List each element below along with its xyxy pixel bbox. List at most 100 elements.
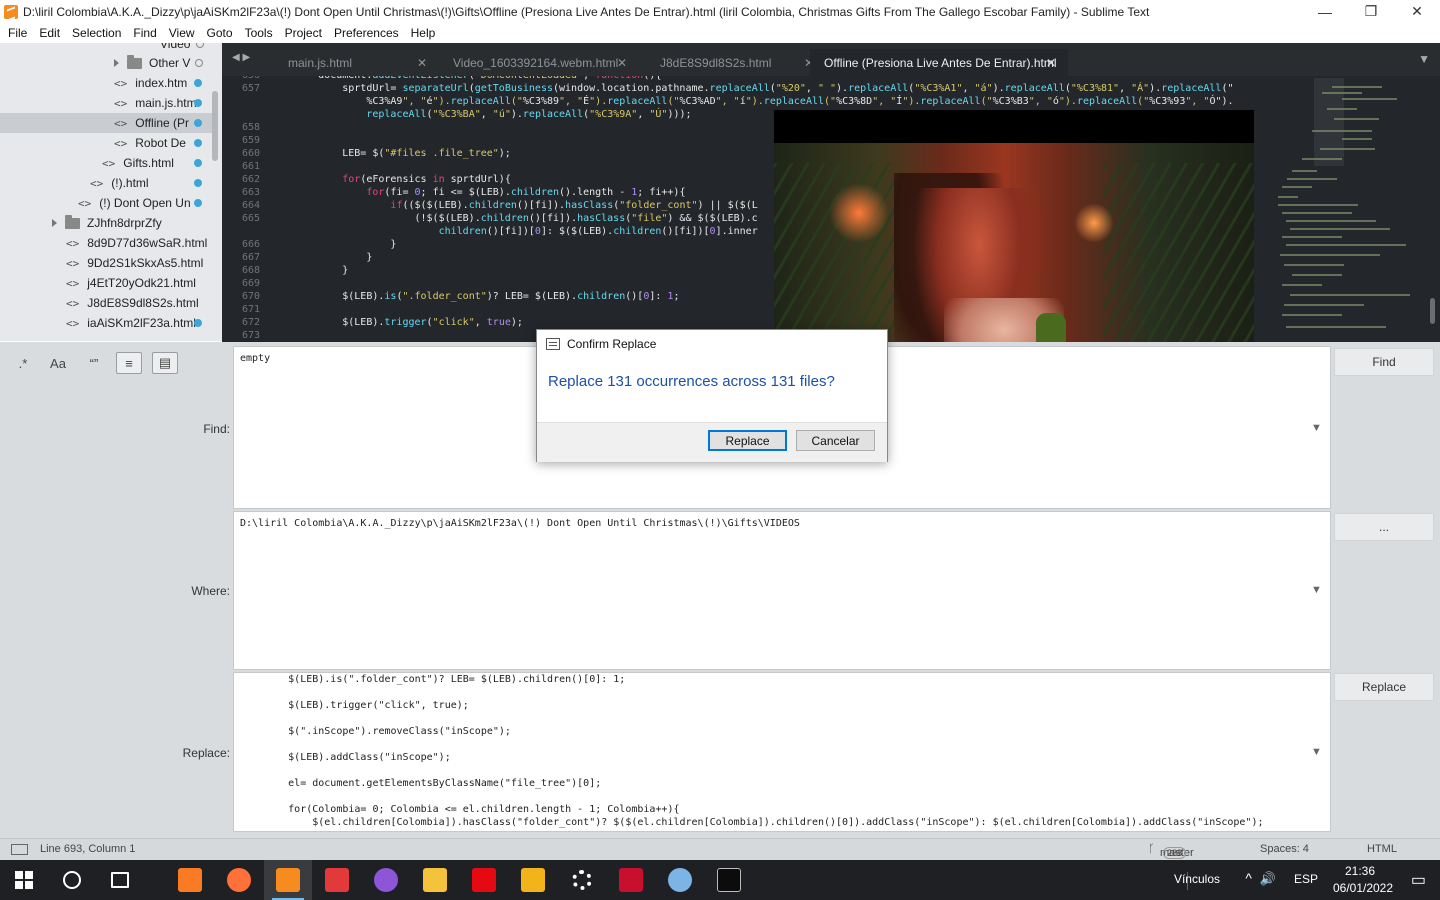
sidebar-item[interactable]: <> Gifts.html	[102, 153, 210, 173]
cursor-position: Line 693, Column 1	[40, 843, 136, 855]
sidebar-item[interactable]: <> (!).html	[90, 173, 210, 193]
menu-tools[interactable]: Tools	[239, 26, 279, 40]
editor-scrollbar[interactable]	[1429, 78, 1436, 340]
taskbar-flash[interactable]	[607, 860, 655, 900]
html-file-icon: <>	[66, 236, 80, 250]
find-button[interactable]: Find	[1334, 348, 1434, 376]
taskbar-terminal[interactable]	[705, 860, 753, 900]
taskbar-netflix[interactable]	[460, 860, 508, 900]
tab-menu-icon[interactable]: ▼	[1418, 52, 1430, 66]
find-history-dropdown-icon[interactable]: ▼	[1311, 422, 1322, 434]
where-history-dropdown-icon[interactable]: ▼	[1311, 584, 1322, 596]
where-input[interactable]: D:\liril Colombia\A.K.A._Dizzy\p\jaAiSKm…	[233, 511, 1331, 670]
use-buffer-toggle[interactable]: ▤	[152, 352, 178, 374]
menu-goto[interactable]: Goto	[201, 26, 239, 40]
tab-close-icon[interactable]: ✕	[617, 56, 627, 70]
taskbar-search[interactable]	[48, 860, 96, 900]
sidebar: Video Other V <> index.htm <> main.js.htm …	[0, 43, 222, 341]
taskbar-windows-start[interactable]	[0, 860, 48, 900]
tab-scroll-arrows[interactable]: ◀ ▶	[232, 52, 250, 63]
status-dot-icon	[194, 79, 202, 87]
notification-icon[interactable]: ▭	[1411, 870, 1426, 890]
code-line: %C3%A9", "é").replaceAll("%C3%89", "É").…	[270, 96, 1234, 107]
settings-icon	[572, 870, 592, 890]
minimap-line	[1282, 314, 1342, 316]
clock-date[interactable]: 06/01/2022	[1328, 881, 1398, 895]
sidebar-item-label: (!).html	[111, 176, 149, 190]
sidebar-item[interactable]: <> iaAiSKm2lF23a.html	[66, 313, 210, 333]
replace-button[interactable]: Replace	[1334, 673, 1434, 701]
menu-view[interactable]: View	[163, 26, 201, 40]
tab-main-js[interactable]: main.js.html ✕	[274, 49, 439, 76]
sidebar-item[interactable]: <> main.js.htm	[114, 93, 210, 113]
minimize-button[interactable]: —	[1302, 0, 1348, 23]
taskbar-task-view[interactable]	[96, 860, 144, 900]
code-line: if(($($(LEB).children()[fi]).hasClass("f…	[390, 200, 758, 211]
taskbar-paint[interactable]	[656, 860, 704, 900]
replace-input[interactable]: $(LEB).is(".folder_cont")? LEB= $(LEB).c…	[233, 672, 1331, 832]
show-context-toggle[interactable]: ≡	[116, 352, 142, 374]
syntax-mode[interactable]: HTML	[1367, 843, 1397, 855]
status-dot-icon	[194, 319, 202, 327]
minimap-line	[1282, 186, 1312, 188]
minimap-line	[1334, 118, 1379, 120]
replace-history-dropdown-icon[interactable]: ▼	[1311, 746, 1322, 758]
sidebar-item-label: Video	[160, 43, 191, 51]
menu-file[interactable]: File	[2, 26, 33, 40]
menu-help[interactable]: Help	[405, 26, 442, 40]
panel-toggle-icon[interactable]	[11, 844, 28, 855]
sidebar-item-selected[interactable]: <> Offline (Pr	[0, 113, 212, 133]
sidebar-item[interactable]: <> 9Dd2S1kSkxAs5.html	[66, 253, 203, 273]
regex-toggle[interactable]: .*	[10, 352, 36, 374]
case-sensitive-toggle[interactable]: Aa	[44, 352, 72, 374]
tab-offline[interactable]: Offline (Presiona Live Antes De Entrar).…	[810, 49, 1068, 76]
taskbar-popcorn[interactable]	[313, 860, 361, 900]
sidebar-item[interactable]: <> (!) Dont Open Un	[78, 193, 210, 213]
code-line: LEB= $("#files .file_tree");	[270, 148, 511, 159]
tab-video-webm[interactable]: Video_1603392164.webm.html ✕	[439, 49, 639, 76]
menu-edit[interactable]: Edit	[33, 26, 66, 40]
sidebar-item[interactable]: ZJhfn8drprZfy	[52, 213, 162, 233]
tab-close-icon[interactable]: ✕	[1046, 56, 1056, 70]
links-toolbar[interactable]: Vínculos	[1174, 872, 1220, 886]
volume-icon[interactable]: 🔊	[1260, 871, 1276, 887]
taskbar-xampp[interactable]	[166, 860, 214, 900]
task-view-icon	[111, 872, 129, 888]
line-number: 672	[241, 317, 260, 328]
tab-j8de8s9dl8s2s[interactable]: J8dE8S9dl8S2s.html ✕	[646, 49, 826, 76]
where-browse-button[interactable]: ...	[1334, 513, 1434, 541]
taskbar-file-explorer[interactable]	[411, 860, 459, 900]
sidebar-item[interactable]: <> j4EtT20yOdk21.html	[66, 273, 196, 293]
close-button[interactable]: ✕	[1394, 0, 1440, 23]
menu-selection[interactable]: Selection	[66, 26, 127, 40]
sidebar-item[interactable]: <> J8dE8S9dl8S2s.html	[66, 293, 199, 313]
whole-word-toggle[interactable]: “”	[80, 352, 108, 374]
input-language[interactable]: ESP	[1294, 872, 1318, 886]
taskbar-firefox[interactable]	[215, 860, 263, 900]
minimap[interactable]	[1272, 78, 1430, 340]
sidebar-item[interactable]: <> index.htm	[114, 73, 210, 93]
confirm-replace-button[interactable]: Replace	[708, 430, 787, 451]
sidebar-vertical-scrollbar[interactable]	[212, 91, 218, 161]
clock-time[interactable]: 21:36	[1328, 864, 1392, 878]
restore-button[interactable]: ❐	[1348, 0, 1394, 23]
sidebar-item[interactable]: <> 8d9D77d36wSaR.html	[66, 233, 207, 253]
sidebar-item-label: Offline (Pr	[135, 116, 190, 130]
tab-close-icon[interactable]: ✕	[417, 56, 427, 70]
minimap-line	[1278, 196, 1298, 198]
line-number: 660	[241, 148, 260, 159]
show-hidden-icons[interactable]: ^	[1245, 870, 1252, 886]
taskbar-winamp[interactable]	[509, 860, 557, 900]
menu-project[interactable]: Project	[279, 26, 328, 40]
taskbar-settings[interactable]	[558, 860, 606, 900]
cancel-button[interactable]: Cancelar	[796, 430, 875, 451]
taskbar-github-desktop[interactable]	[362, 860, 410, 900]
taskbar-sublime-text[interactable]	[264, 860, 312, 900]
menu-find[interactable]: Find	[127, 26, 162, 40]
line-number: 656	[222, 76, 260, 81]
menu-preferences[interactable]: Preferences	[328, 26, 405, 40]
sidebar-item[interactable]: Other V	[114, 53, 210, 73]
sidebar-item[interactable]: <> Robot De	[114, 133, 210, 153]
indentation[interactable]: Spaces: 4	[1260, 843, 1309, 855]
code-line: replaceAll("%C3%BA", "ú").replaceAll("%C…	[366, 109, 692, 120]
